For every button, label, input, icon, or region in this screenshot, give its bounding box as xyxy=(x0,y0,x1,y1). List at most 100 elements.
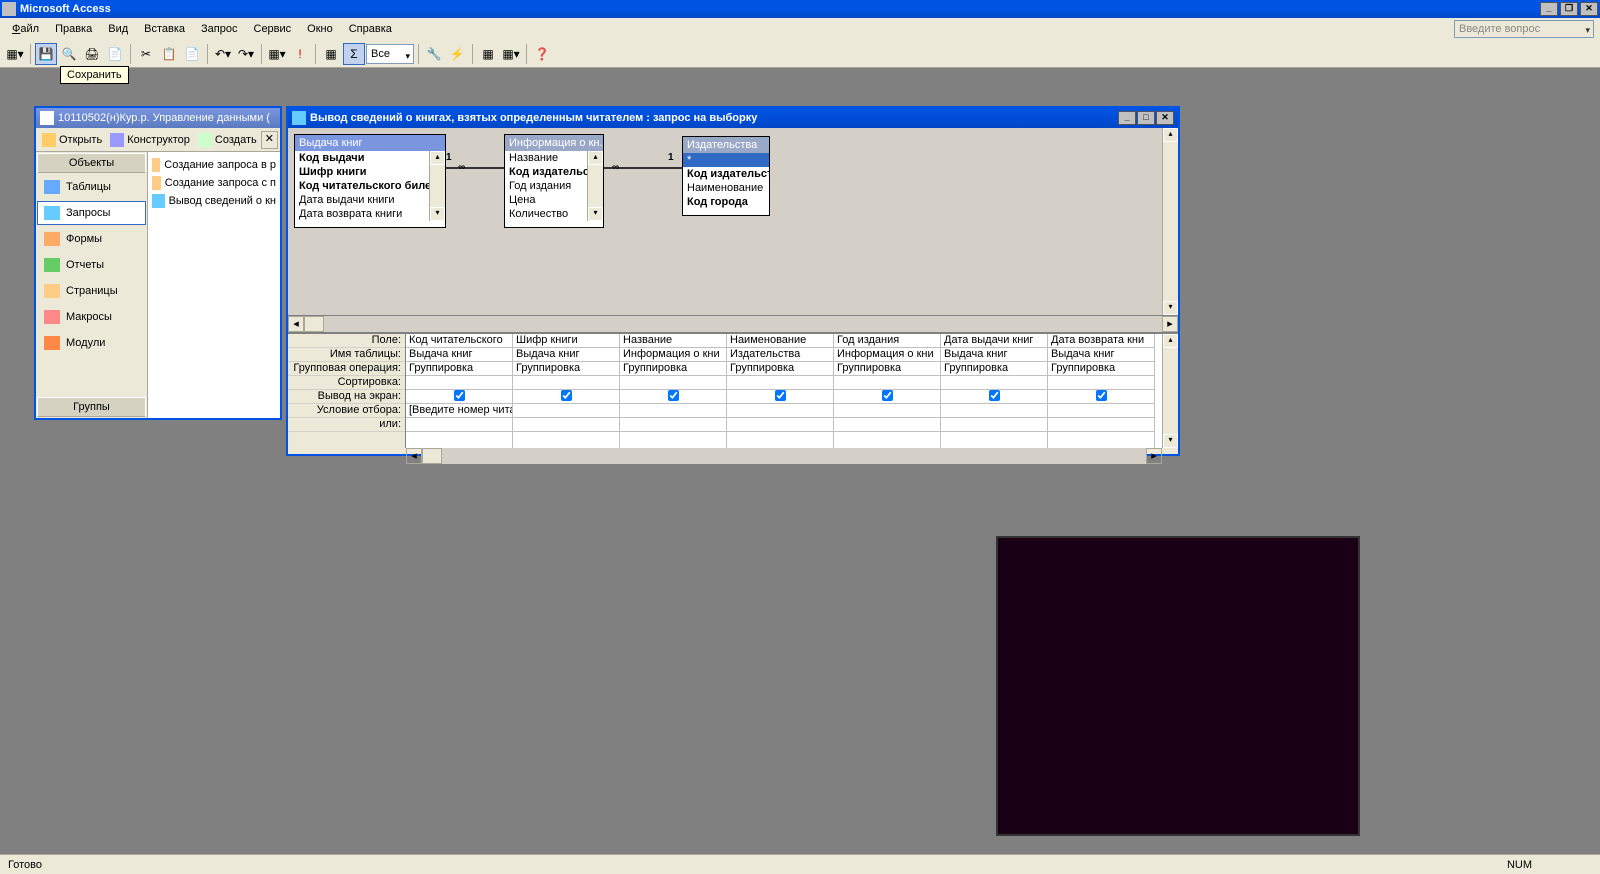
nav-modules[interactable]: Модули xyxy=(37,331,146,355)
cell-sort[interactable] xyxy=(1048,376,1154,390)
query-item-1[interactable]: Вывод сведений о кн xyxy=(150,192,278,210)
menu-service[interactable]: Сервис xyxy=(248,21,298,37)
cell-show[interactable] xyxy=(834,390,940,404)
paste-button[interactable]: 📄 xyxy=(181,43,203,65)
cell-show[interactable] xyxy=(406,390,512,404)
diagram-vscrollbar[interactable]: ▴ ▾ xyxy=(1162,128,1178,315)
cell-criteria[interactable] xyxy=(1048,404,1154,418)
show-checkbox[interactable] xyxy=(882,390,893,401)
dbwin-open-button[interactable]: Открыть xyxy=(38,131,106,149)
cell-table[interactable]: Выдача книг xyxy=(1048,348,1154,362)
close-button[interactable]: ✕ xyxy=(1580,2,1598,16)
cell-sort[interactable] xyxy=(941,376,1047,390)
view-dropdown-button[interactable]: ▦▾ xyxy=(4,43,26,65)
cell-or[interactable] xyxy=(406,418,512,432)
menu-query[interactable]: Запрос xyxy=(195,21,243,37)
grid-col-2[interactable]: НазваниеИнформация о книГруппировка xyxy=(620,334,727,448)
cell-table[interactable]: Информация о кни xyxy=(834,348,940,362)
table3-field-1[interactable]: Код издательст xyxy=(683,167,769,181)
grid-col-3[interactable]: НаименованиеИздательстваГруппировка xyxy=(727,334,834,448)
cell-sort[interactable] xyxy=(513,376,619,390)
dbwindow-button[interactable]: ▦ xyxy=(477,43,499,65)
cell-field[interactable]: Наименование xyxy=(727,334,833,348)
table3-header[interactable]: Издательства xyxy=(683,137,769,153)
qwin-minimize[interactable]: _ xyxy=(1118,111,1136,125)
table3-field-0[interactable]: * xyxy=(683,153,769,167)
show-table-button[interactable]: ▦ xyxy=(320,43,342,65)
cell-groupop[interactable]: Группировка xyxy=(941,362,1047,376)
cell-criteria[interactable] xyxy=(941,404,1047,418)
dbwin-delete-button[interactable]: ✕ xyxy=(261,131,278,149)
diagram-hscrollbar[interactable]: ◂ ▸ xyxy=(288,316,1178,332)
redo-button[interactable]: ↷▾ xyxy=(235,43,257,65)
nav-objects-header[interactable]: Объекты xyxy=(37,153,146,173)
save-button[interactable]: 💾 xyxy=(35,43,57,65)
qwin-close[interactable]: ✕ xyxy=(1156,111,1174,125)
cell-groupop[interactable]: Группировка xyxy=(834,362,940,376)
qwin-maximize[interactable]: □ xyxy=(1137,111,1155,125)
cell-field[interactable]: Код читательского xyxy=(406,334,512,348)
cell-sort[interactable] xyxy=(727,376,833,390)
grid-col-4[interactable]: Год изданияИнформация о книГруппировка xyxy=(834,334,941,448)
build-button[interactable]: ⚡ xyxy=(446,43,468,65)
cell-show[interactable] xyxy=(513,390,619,404)
table2-header[interactable]: Информация о кн... xyxy=(505,135,603,151)
cell-show[interactable] xyxy=(941,390,1047,404)
cell-criteria[interactable] xyxy=(727,404,833,418)
cell-show[interactable] xyxy=(727,390,833,404)
cell-sort[interactable] xyxy=(620,376,726,390)
help-question-input[interactable]: Введите вопрос xyxy=(1454,20,1594,38)
table-box-1[interactable]: Выдача книг Код выдачи Шифр книги Код чи… xyxy=(294,134,446,228)
menu-view[interactable]: Вид xyxy=(102,21,134,37)
run-button[interactable]: ! xyxy=(289,43,311,65)
query-designer-window[interactable]: Вывод сведений о книгах, взятых определе… xyxy=(286,106,1180,456)
dbwin-new-button[interactable]: Создать xyxy=(194,131,261,149)
copy-button[interactable]: 📋 xyxy=(158,43,180,65)
cell-criteria[interactable] xyxy=(620,404,726,418)
print-preview-button[interactable]: 📄 xyxy=(104,43,126,65)
table-diagram-pane[interactable]: 1 ∞ ∞ 1 Выдача книг Код выдачи Шифр книг… xyxy=(288,128,1178,316)
cell-groupop[interactable]: Группировка xyxy=(406,362,512,376)
cell-groupop[interactable]: Группировка xyxy=(513,362,619,376)
show-checkbox[interactable] xyxy=(668,390,679,401)
cell-field[interactable]: Название xyxy=(620,334,726,348)
table1-scrollbar[interactable]: ▴▾ xyxy=(429,151,445,221)
grid-col-0[interactable]: Код читательскогоВыдача книгГруппировка [… xyxy=(406,334,513,448)
grid-col-5[interactable]: Дата выдачи книгВыдача книгГруппировка xyxy=(941,334,1048,448)
cell-table[interactable]: Информация о кни xyxy=(620,348,726,362)
totals-button[interactable]: Σ xyxy=(343,43,365,65)
cell-table[interactable]: Выдача книг xyxy=(941,348,1047,362)
nav-queries[interactable]: Запросы xyxy=(37,201,146,225)
undo-button[interactable]: ↶▾ xyxy=(212,43,234,65)
cell-groupop[interactable]: Группировка xyxy=(1048,362,1154,376)
nav-macros[interactable]: Макросы xyxy=(37,305,146,329)
cell-or[interactable] xyxy=(834,418,940,432)
cell-table[interactable]: Издательства xyxy=(727,348,833,362)
cell-criteria[interactable] xyxy=(834,404,940,418)
menu-file[interactable]: ФФайлайл xyxy=(6,21,45,37)
file-search-button[interactable]: 🔍 xyxy=(58,43,80,65)
grid-vscrollbar[interactable]: ▴▾ xyxy=(1162,334,1178,448)
cell-or[interactable] xyxy=(941,418,1047,432)
table1-field-1[interactable]: Шифр книги xyxy=(295,165,445,179)
qwin-titlebar[interactable]: Вывод сведений о книгах, взятых определе… xyxy=(288,108,1178,128)
dbwin-titlebar[interactable]: 10110502(н)Кур.р. Управление данными ( xyxy=(36,108,280,128)
menu-edit[interactable]: Правка xyxy=(49,21,98,37)
table2-scrollbar[interactable]: ▴▾ xyxy=(587,151,603,221)
help-button[interactable]: ❓ xyxy=(531,43,553,65)
grid-col-6[interactable]: Дата возврата книВыдача книгГруппировка xyxy=(1048,334,1155,448)
cell-field[interactable]: Шифр книги xyxy=(513,334,619,348)
create-query-design[interactable]: Создание запроса в р xyxy=(150,156,278,174)
table3-field-2[interactable]: Наименование xyxy=(683,181,769,195)
nav-pages[interactable]: Страницы xyxy=(37,279,146,303)
cell-or[interactable] xyxy=(727,418,833,432)
cell-field[interactable]: Год издания xyxy=(834,334,940,348)
table1-field-0[interactable]: Код выдачи xyxy=(295,151,445,165)
restore-button[interactable]: ❐ xyxy=(1560,2,1578,16)
nav-forms[interactable]: Формы xyxy=(37,227,146,251)
show-checkbox[interactable] xyxy=(561,390,572,401)
cell-criteria[interactable]: [Введите номер читат xyxy=(406,404,512,418)
cell-table[interactable]: Выдача книг xyxy=(406,348,512,362)
show-checkbox[interactable] xyxy=(775,390,786,401)
query-design-grid[interactable]: Поле: Имя таблицы: Групповая операция: С… xyxy=(288,332,1178,448)
